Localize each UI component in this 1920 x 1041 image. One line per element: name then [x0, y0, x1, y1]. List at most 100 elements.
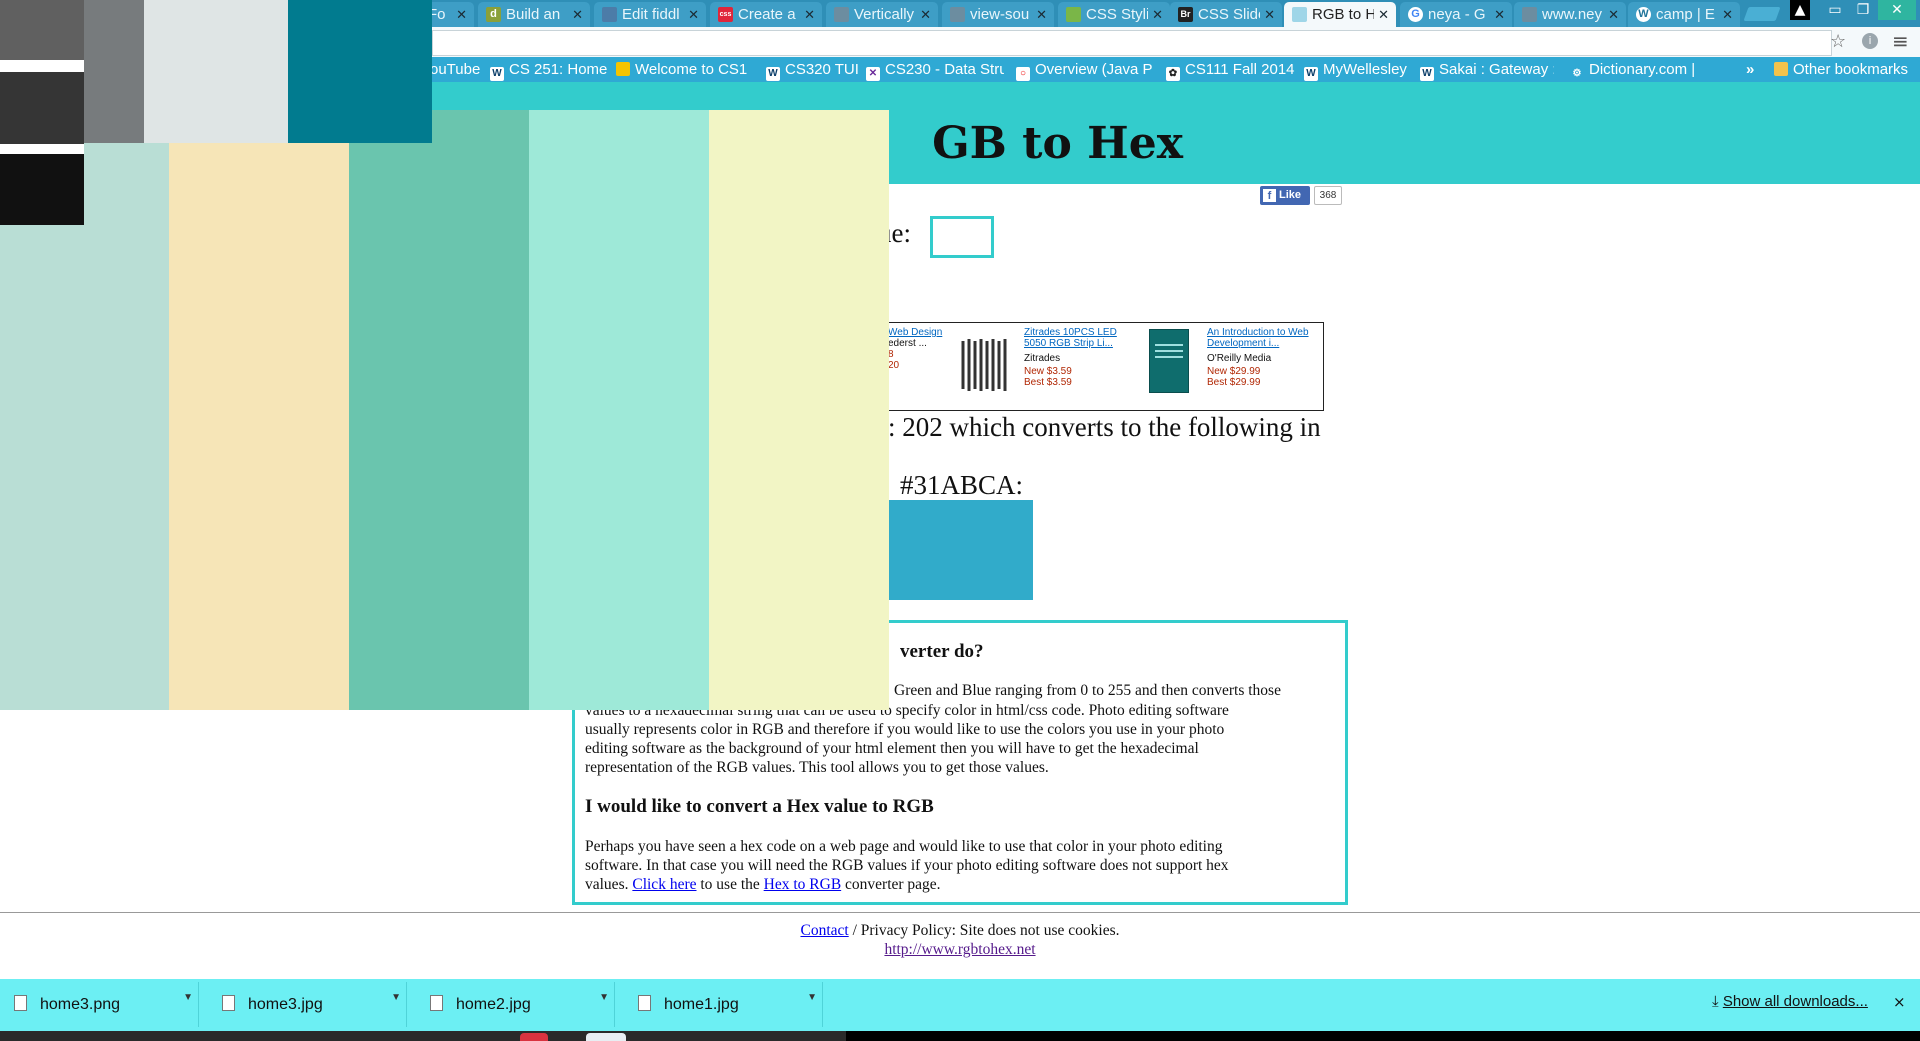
close-window-icon[interactable]: ✕ — [1878, 0, 1916, 20]
text-span: values. — [585, 876, 629, 893]
tab-5[interactable]: view-sou ✕ — [942, 2, 1054, 27]
grey-swatch-2 — [0, 72, 84, 144]
facebook-like-button[interactable]: f Like — [1260, 186, 1310, 205]
tab-3[interactable]: css Create a ✕ — [710, 2, 822, 27]
bookmark-item[interactable]: W CS320 TUI — [766, 57, 868, 82]
tab-title: Build an — [506, 6, 561, 23]
site-url-link[interactable]: http://www.rgbtohex.net — [884, 941, 1035, 958]
chevron-down-icon[interactable]: ▼ — [599, 992, 609, 1003]
folder-icon — [1774, 62, 1788, 76]
extension-icon[interactable]: i — [1862, 33, 1878, 49]
doc-icon — [1522, 7, 1537, 22]
tab-4[interactable]: Vertically ✕ — [826, 2, 938, 27]
tab-1[interactable]: d Build an ✕ — [478, 2, 590, 27]
tab-title: neya - G — [1428, 6, 1486, 23]
close-icon[interactable]: ✕ — [1036, 2, 1047, 27]
close-icon[interactable]: ✕ — [1264, 2, 1275, 27]
grey-swatch-3 — [0, 154, 84, 225]
css3-icon — [1066, 7, 1081, 22]
bookmark-item[interactable]: W Sakai : Gateway : — [1420, 57, 1554, 82]
bookmark-item[interactable]: W CS 251: Home — [490, 57, 608, 82]
tab-active[interactable]: RGB to H ✕ — [1284, 2, 1396, 27]
user-icon[interactable]: ▲ — [1790, 0, 1810, 20]
file-icon — [638, 995, 651, 1011]
download-filename: home3.jpg — [248, 996, 323, 1013]
hex-to-rgb-link[interactable]: Hex to RGB — [764, 876, 842, 893]
show-all-downloads-link[interactable]: ⤓ Show all downloads... — [1712, 993, 1868, 1010]
close-icon[interactable]: ✕ — [920, 2, 931, 27]
close-icon[interactable]: ✕ — [572, 2, 583, 27]
tab-11[interactable]: W camp | E ✕ — [1628, 2, 1740, 27]
value-input[interactable] — [930, 216, 994, 258]
css-icon: css — [718, 7, 733, 22]
download-item[interactable]: home3.png ▼ — [0, 982, 199, 1027]
tab-2[interactable]: Edit fiddl ✕ — [594, 2, 706, 27]
address-bar[interactable] — [432, 30, 1832, 56]
download-filename: home3.png — [40, 996, 121, 1013]
download-filename: home2.jpg — [456, 996, 531, 1013]
br-logo-icon: Br — [1178, 7, 1193, 22]
info-paragraph: values to a hexadecimal string that can … — [585, 701, 1229, 777]
info-paragraph-partial: Green and Blue ranging from 0 to 255 and… — [894, 682, 1281, 699]
chevron-down-icon[interactable]: ▼ — [391, 992, 401, 1003]
chevron-down-icon[interactable]: ▼ — [183, 992, 193, 1003]
paragraph-line: Perhaps you have seen a hex code on a we… — [585, 838, 1223, 855]
download-item[interactable]: home1.jpg ▼ — [624, 982, 823, 1027]
grey-swatch-1 — [0, 0, 84, 60]
bookmark-item[interactable]: ✕ CS230 - Data Stru — [866, 57, 1004, 82]
taskbar-dark-region — [846, 1031, 1920, 1041]
download-item[interactable]: home3.jpg ▼ — [208, 982, 407, 1027]
bookmark-item[interactable]: ○ Overview (Java Pl — [1016, 57, 1152, 82]
show-all-label: Show all downloads... — [1722, 993, 1868, 1010]
menu-icon[interactable]: ≡ — [1892, 29, 1909, 53]
download-item[interactable]: home2.jpg ▼ — [416, 982, 615, 1027]
paragraph-line: usually represents color in RGB and ther… — [585, 721, 1225, 738]
ad-best-price: Best $29.99 — [1207, 377, 1261, 388]
taskbar-app-icon[interactable] — [586, 1033, 626, 1041]
tab-7[interactable]: Br CSS Slide ✕ — [1170, 2, 1282, 27]
google-icon: G — [1408, 7, 1423, 22]
ad-author: ederst ... — [888, 338, 927, 349]
ad-new-price: New $3.59 — [1024, 366, 1072, 377]
star-icon[interactable]: ☆ — [1830, 31, 1846, 52]
close-downloads-icon[interactable]: × — [1893, 993, 1906, 1011]
file-icon — [222, 995, 235, 1011]
ad-title[interactable]: An Introduction to Web Development i... — [1207, 327, 1319, 349]
new-tab-button[interactable] — [1743, 7, 1781, 21]
chevron-down-icon[interactable]: ▼ — [807, 992, 817, 1003]
restore-icon[interactable]: ❐ — [1850, 0, 1876, 20]
ad-author: Zitrades — [1024, 353, 1061, 364]
ad-title[interactable]: Zitrades 10PCS LED 5050 RGB Strip Li... — [1024, 327, 1134, 349]
bookmark-item[interactable]: Welcome to CS1 — [616, 57, 748, 82]
close-icon[interactable]: ✕ — [1722, 2, 1733, 27]
close-icon[interactable]: ✕ — [456, 2, 467, 27]
close-icon[interactable]: ✕ — [1494, 2, 1505, 27]
contact-link[interactable]: Contact — [800, 922, 848, 939]
bookmark-item[interactable]: W MyWellesley — [1304, 57, 1420, 82]
bookmark-item[interactable]: ✿ CS111 Fall 2014 — [1166, 57, 1298, 82]
privacy-text: / Privacy Policy: Site does not use cook… — [852, 922, 1120, 939]
file-icon — [14, 995, 27, 1011]
ad-item[interactable]: Web Design ederst ... 8 20 — [888, 327, 948, 371]
close-icon[interactable]: ✕ — [1152, 2, 1163, 27]
footer-line: Contact / Privacy Policy: Site does not … — [0, 922, 1920, 940]
close-icon[interactable]: ✕ — [1378, 2, 1389, 27]
other-bookmarks[interactable]: Other bookmarks — [1774, 57, 1920, 82]
bookmarks-overflow-button[interactable]: » — [1746, 57, 1762, 82]
bookmark-item[interactable]: ouTube — [430, 57, 486, 82]
tab-6[interactable]: CSS Stylin ✕ — [1058, 2, 1170, 27]
tab-10[interactable]: www.ney ✕ — [1514, 2, 1626, 27]
minimize-icon[interactable]: ▭ — [1822, 0, 1848, 20]
ad-item[interactable]: An Introduction to Web Development i... … — [1207, 327, 1319, 388]
tab-9[interactable]: G neya - G ✕ — [1400, 2, 1512, 27]
close-icon[interactable]: ✕ — [1608, 2, 1619, 27]
bookmark-item[interactable]: ⚙ Dictionary.com | — [1570, 57, 1700, 82]
close-icon[interactable]: ✕ — [804, 2, 815, 27]
click-here-link[interactable]: Click here — [632, 876, 696, 893]
tab-title: camp | E — [1656, 6, 1715, 23]
ad-title[interactable]: Web Design — [888, 327, 948, 338]
taskbar-app-icon[interactable] — [520, 1033, 548, 1041]
close-icon[interactable]: ✕ — [688, 2, 699, 27]
paragraph-line: representation of the RGB values. This t… — [585, 759, 1049, 776]
ad-item[interactable]: Zitrades 10PCS LED 5050 RGB Strip Li... … — [1024, 327, 1134, 388]
